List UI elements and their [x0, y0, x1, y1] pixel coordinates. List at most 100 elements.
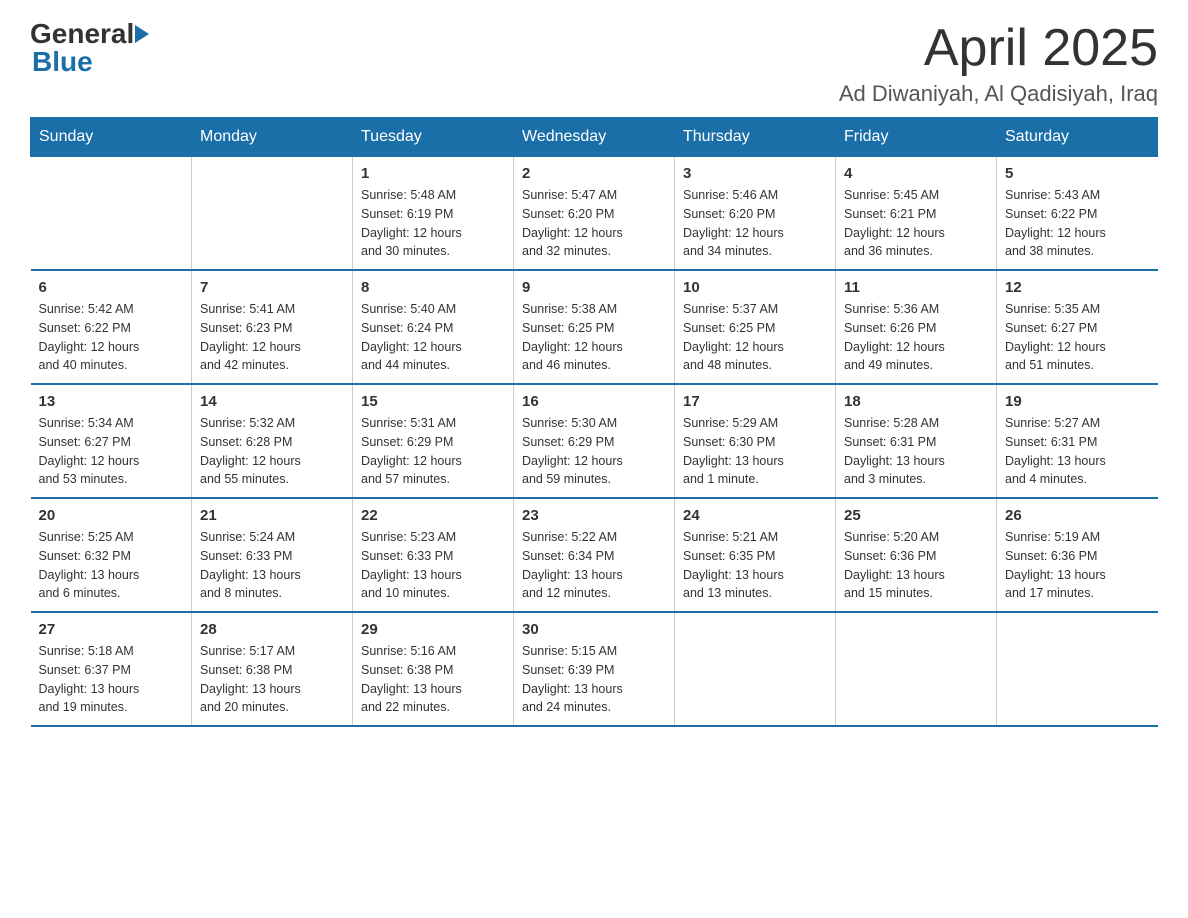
calendar-cell: 21 Sunrise: 5:24 AM Sunset: 6:33 PM Dayli…: [192, 498, 353, 612]
day-info: Sunrise: 5:43 AM Sunset: 6:22 PM Dayligh…: [1005, 186, 1150, 261]
calendar-cell: 27 Sunrise: 5:18 AM Sunset: 6:37 PM Dayli…: [31, 612, 192, 726]
calendar-week-row: 1 Sunrise: 5:48 AM Sunset: 6:19 PM Daylig…: [31, 157, 1158, 271]
day-number: 7: [200, 279, 344, 296]
day-info: Sunrise: 5:27 AM Sunset: 6:31 PM Dayligh…: [1005, 414, 1150, 489]
day-number: 5: [1005, 165, 1150, 182]
day-number: 29: [361, 621, 505, 638]
calendar-cell: [31, 157, 192, 271]
calendar-cell: 24Sunrise: 5:21 AM Sunset: 6:35 PM Dayli…: [675, 498, 836, 612]
day-header-wednesday: Wednesday: [514, 118, 675, 157]
calendar-cell: [192, 157, 353, 271]
calendar-cell: 3 Sunrise: 5:46 AM Sunset: 6:20 PM Daylig…: [675, 157, 836, 271]
calendar-cell: 25 Sunrise: 5:20 AM Sunset: 6:36 PM Dayli…: [836, 498, 997, 612]
day-info: Sunrise: 5:23 AM Sunset: 6:33 PM Dayligh…: [361, 528, 505, 603]
calendar-cell: 12 Sunrise: 5:35 AM Sunset: 6:27 PM Dayli…: [997, 270, 1158, 384]
day-info: Sunrise: 5:48 AM Sunset: 6:19 PM Dayligh…: [361, 186, 505, 261]
calendar-cell: 16Sunrise: 5:30 AM Sunset: 6:29 PM Dayli…: [514, 384, 675, 498]
day-number: 22: [361, 507, 505, 524]
day-header-friday: Friday: [836, 118, 997, 157]
calendar-cell: [836, 612, 997, 726]
calendar-cell: 29 Sunrise: 5:16 AM Sunset: 6:38 PM Dayli…: [353, 612, 514, 726]
day-info: Sunrise: 5:28 AM Sunset: 6:31 PM Dayligh…: [844, 414, 988, 489]
calendar-week-row: 20 Sunrise: 5:25 AM Sunset: 6:32 PM Dayli…: [31, 498, 1158, 612]
calendar-cell: 10Sunrise: 5:37 AM Sunset: 6:25 PM Dayli…: [675, 270, 836, 384]
day-number: 25: [844, 507, 988, 524]
day-info: Sunrise: 5:46 AM Sunset: 6:20 PM Dayligh…: [683, 186, 827, 261]
day-info: Sunrise: 5:36 AM Sunset: 6:26 PM Dayligh…: [844, 300, 988, 375]
calendar-cell: 7 Sunrise: 5:41 AM Sunset: 6:23 PM Daylig…: [192, 270, 353, 384]
day-number: 26: [1005, 507, 1150, 524]
day-info: Sunrise: 5:42 AM Sunset: 6:22 PM Dayligh…: [39, 300, 184, 375]
day-number: 28: [200, 621, 344, 638]
day-number: 1: [361, 165, 505, 182]
day-info: Sunrise: 5:24 AM Sunset: 6:33 PM Dayligh…: [200, 528, 344, 603]
subtitle: Ad Diwaniyah, Al Qadisiyah, Iraq: [839, 81, 1158, 107]
day-info: Sunrise: 5:25 AM Sunset: 6:32 PM Dayligh…: [39, 528, 184, 603]
day-info: Sunrise: 5:45 AM Sunset: 6:21 PM Dayligh…: [844, 186, 988, 261]
calendar-week-row: 6 Sunrise: 5:42 AM Sunset: 6:22 PM Daylig…: [31, 270, 1158, 384]
calendar-cell: 5 Sunrise: 5:43 AM Sunset: 6:22 PM Daylig…: [997, 157, 1158, 271]
calendar-cell: 1 Sunrise: 5:48 AM Sunset: 6:19 PM Daylig…: [353, 157, 514, 271]
day-number: 27: [39, 621, 184, 638]
logo: General Blue: [30, 20, 150, 76]
day-number: 8: [361, 279, 505, 296]
title-section: April 2025 Ad Diwaniyah, Al Qadisiyah, I…: [839, 20, 1158, 107]
calendar-cell: 28 Sunrise: 5:17 AM Sunset: 6:38 PM Dayli…: [192, 612, 353, 726]
calendar-cell: 15Sunrise: 5:31 AM Sunset: 6:29 PM Dayli…: [353, 384, 514, 498]
calendar-cell: 22 Sunrise: 5:23 AM Sunset: 6:33 PM Dayli…: [353, 498, 514, 612]
day-number: 4: [844, 165, 988, 182]
day-header-sunday: Sunday: [31, 118, 192, 157]
calendar-cell: 8 Sunrise: 5:40 AM Sunset: 6:24 PM Daylig…: [353, 270, 514, 384]
day-header-thursday: Thursday: [675, 118, 836, 157]
logo-blue-text: Blue: [30, 48, 150, 76]
calendar-cell: 9Sunrise: 5:38 AM Sunset: 6:25 PM Daylig…: [514, 270, 675, 384]
day-number: 20: [39, 507, 184, 524]
calendar-cell: [997, 612, 1158, 726]
day-number: 30: [522, 621, 666, 638]
day-info: Sunrise: 5:16 AM Sunset: 6:38 PM Dayligh…: [361, 642, 505, 717]
calendar-week-row: 13 Sunrise: 5:34 AM Sunset: 6:27 PM Dayli…: [31, 384, 1158, 498]
day-number: 11: [844, 279, 988, 296]
calendar-cell: 4 Sunrise: 5:45 AM Sunset: 6:21 PM Daylig…: [836, 157, 997, 271]
day-info: Sunrise: 5:30 AM Sunset: 6:29 PM Dayligh…: [522, 414, 666, 489]
day-number: 12: [1005, 279, 1150, 296]
day-info: Sunrise: 5:34 AM Sunset: 6:27 PM Dayligh…: [39, 414, 184, 489]
calendar-cell: 23Sunrise: 5:22 AM Sunset: 6:34 PM Dayli…: [514, 498, 675, 612]
day-info: Sunrise: 5:17 AM Sunset: 6:38 PM Dayligh…: [200, 642, 344, 717]
day-info: Sunrise: 5:20 AM Sunset: 6:36 PM Dayligh…: [844, 528, 988, 603]
calendar-cell: 18Sunrise: 5:28 AM Sunset: 6:31 PM Dayli…: [836, 384, 997, 498]
day-info: Sunrise: 5:18 AM Sunset: 6:37 PM Dayligh…: [39, 642, 184, 717]
logo-general-text: General: [30, 20, 134, 48]
day-info: Sunrise: 5:35 AM Sunset: 6:27 PM Dayligh…: [1005, 300, 1150, 375]
calendar-cell: 19 Sunrise: 5:27 AM Sunset: 6:31 PM Dayli…: [997, 384, 1158, 498]
day-number: 15: [361, 393, 505, 410]
day-number: 24: [683, 507, 827, 524]
calendar-cell: 17Sunrise: 5:29 AM Sunset: 6:30 PM Dayli…: [675, 384, 836, 498]
day-number: 13: [39, 393, 184, 410]
day-info: Sunrise: 5:47 AM Sunset: 6:20 PM Dayligh…: [522, 186, 666, 261]
calendar-cell: 14Sunrise: 5:32 AM Sunset: 6:28 PM Dayli…: [192, 384, 353, 498]
day-header-tuesday: Tuesday: [353, 118, 514, 157]
day-number: 3: [683, 165, 827, 182]
day-info: Sunrise: 5:19 AM Sunset: 6:36 PM Dayligh…: [1005, 528, 1150, 603]
day-info: Sunrise: 5:41 AM Sunset: 6:23 PM Dayligh…: [200, 300, 344, 375]
calendar-cell: 13 Sunrise: 5:34 AM Sunset: 6:27 PM Dayli…: [31, 384, 192, 498]
calendar-cell: 6 Sunrise: 5:42 AM Sunset: 6:22 PM Daylig…: [31, 270, 192, 384]
day-header-saturday: Saturday: [997, 118, 1158, 157]
calendar-week-row: 27 Sunrise: 5:18 AM Sunset: 6:37 PM Dayli…: [31, 612, 1158, 726]
day-number: 19: [1005, 393, 1150, 410]
calendar-header-row: SundayMondayTuesdayWednesdayThursdayFrid…: [31, 118, 1158, 157]
day-info: Sunrise: 5:15 AM Sunset: 6:39 PM Dayligh…: [522, 642, 666, 717]
day-number: 14: [200, 393, 344, 410]
day-number: 6: [39, 279, 184, 296]
day-number: 9: [522, 279, 666, 296]
logo-chevron-icon: [135, 25, 149, 43]
calendar-table: SundayMondayTuesdayWednesdayThursdayFrid…: [30, 117, 1158, 727]
day-info: Sunrise: 5:29 AM Sunset: 6:30 PM Dayligh…: [683, 414, 827, 489]
day-info: Sunrise: 5:37 AM Sunset: 6:25 PM Dayligh…: [683, 300, 827, 375]
day-number: 21: [200, 507, 344, 524]
day-number: 2: [522, 165, 666, 182]
day-info: Sunrise: 5:40 AM Sunset: 6:24 PM Dayligh…: [361, 300, 505, 375]
calendar-cell: 26 Sunrise: 5:19 AM Sunset: 6:36 PM Dayli…: [997, 498, 1158, 612]
calendar-cell: 2 Sunrise: 5:47 AM Sunset: 6:20 PM Daylig…: [514, 157, 675, 271]
